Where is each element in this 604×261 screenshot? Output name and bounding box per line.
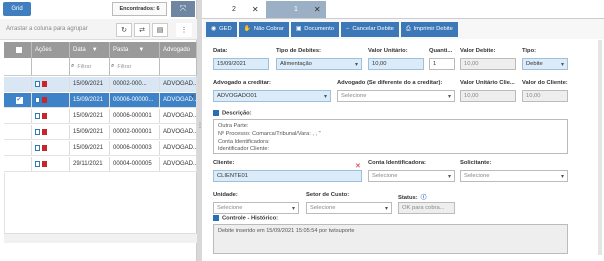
expand-icon[interactable]: ⤧ xyxy=(171,1,195,17)
conta-select[interactable]: Selecione xyxy=(368,170,455,182)
vertical-scrollbar[interactable] xyxy=(598,40,602,255)
cancelar-debite-button[interactable]: − Cancelar Debite xyxy=(340,21,399,37)
table-row[interactable]: 15/09/2021 00002-000001 ADVOGAD... xyxy=(4,125,197,140)
print-icon: ⎙ xyxy=(405,25,411,32)
nao-cobrar-button[interactable]: ✋ Não Cobrar xyxy=(238,21,289,37)
delete-icon[interactable] xyxy=(42,145,47,151)
table-row[interactable]: 29/11/2021 00004-000005 ADVOGAD... xyxy=(4,157,197,172)
edit-icon[interactable] xyxy=(35,129,40,135)
tipo-select[interactable]: Debite xyxy=(522,58,568,70)
status-label: Status: ⓘ xyxy=(398,195,427,201)
filter-input-pasta[interactable]: Filtrar xyxy=(115,61,158,72)
delete-icon[interactable] xyxy=(42,113,47,119)
refresh-icon[interactable]: ↻ xyxy=(116,23,132,37)
advogado2-select[interactable]: Selecione xyxy=(337,90,455,102)
col-data[interactable]: Data ▼ xyxy=(70,42,110,58)
document-icon: ▣ xyxy=(295,26,302,32)
panel-splitter[interactable]: ⋮ xyxy=(197,0,203,261)
imprimir-debite-button[interactable]: ⎙ Imprimir Debite xyxy=(400,21,458,37)
tab-1[interactable]: 1 ✕ xyxy=(266,1,326,18)
edit-icon[interactable] xyxy=(35,97,40,103)
edit-icon[interactable] xyxy=(35,145,40,151)
select-all-checkbox[interactable] xyxy=(4,42,32,58)
tipo-debites-select[interactable]: Alimentação xyxy=(276,58,362,70)
solicitante-label: Solicitante: xyxy=(460,160,492,166)
valor-unit-cli-label: Valor Unitário Clie... xyxy=(460,80,515,86)
swap-icon[interactable]: ⇄ xyxy=(134,23,150,37)
advogado2-label: Advogado (Se diferente do a creditar): xyxy=(337,80,443,86)
controle-checkbox[interactable] xyxy=(213,215,219,221)
conta-label: Conta Identificadora: xyxy=(368,160,426,166)
filter-icon[interactable]: ▼ xyxy=(138,47,144,53)
valor-cliente-label: Valor do Cliente: xyxy=(522,80,568,86)
horizontal-scrollbar[interactable] xyxy=(4,233,197,243)
col-acoes[interactable]: Ações xyxy=(32,42,70,58)
unidade-label: Unidade: xyxy=(213,192,238,198)
table-row[interactable]: 15/09/2021 00006-000001 ADVOGAD... xyxy=(4,109,197,124)
col-pasta[interactable]: Pasta ▼ xyxy=(110,42,160,58)
quantidade-field[interactable]: 1 xyxy=(429,58,455,70)
setor-label: Setor de Custo: xyxy=(306,192,350,198)
data-field[interactable]: 15/09/2021 xyxy=(213,58,269,70)
setor-select[interactable]: Selecione xyxy=(306,202,392,214)
delete-icon[interactable] xyxy=(42,161,47,167)
delete-icon[interactable] xyxy=(42,81,47,87)
tipo-label: Tipo: xyxy=(522,48,537,54)
close-icon[interactable]: ✕ xyxy=(252,5,259,14)
valor-debite-field: 10,00 xyxy=(460,58,516,70)
status-field: OK para cobra... xyxy=(398,202,455,214)
descricao-textarea[interactable]: Outra Parte: Nº Processo: Comarca/Tribun… xyxy=(213,119,568,154)
quantidade-label: Quanti... xyxy=(429,48,453,54)
filter-icon[interactable]: ▼ xyxy=(92,47,98,53)
valor-unitario-label: Valor Unitário: xyxy=(368,48,408,54)
search-icon: ⌕ xyxy=(111,63,115,69)
toolbar: ◉ GED ✋ Não Cobrar ▣ Documento − Cancelar De… xyxy=(203,19,604,39)
controle-label: Controle - Histórico: xyxy=(213,215,278,222)
filter-row: ⌕ Filtrar ⌕ Filtrar xyxy=(4,58,197,76)
advogado-select[interactable]: ADVOGADO01 xyxy=(213,90,331,102)
ged-button[interactable]: ◉ GED xyxy=(206,21,237,37)
table-row[interactable]: 15/09/2021 00006-000003 ADVOGAD... xyxy=(4,141,197,156)
controle-textarea: Debite inserido em 15/09/2021 15:05:54 p… xyxy=(213,224,568,254)
col-advogado[interactable]: Advogado xyxy=(160,42,197,58)
edit-icon[interactable] xyxy=(35,161,40,167)
grid-empty-area xyxy=(4,173,197,233)
table-row[interactable]: ✔ 15/09/2021 00006-00000... ADVOGAD... xyxy=(4,93,197,108)
delete-icon[interactable] xyxy=(42,97,47,103)
advogado-label: Advogado a creditar: xyxy=(213,80,271,86)
filter-input-data[interactable]: Filtrar xyxy=(75,61,109,72)
drag-hint: Arrastar a coluna para agrupar xyxy=(6,26,88,32)
valor-debite-label: Valor Debite: xyxy=(460,48,496,54)
descricao-label: Descrição: xyxy=(213,110,252,117)
search-icon: ⌕ xyxy=(71,63,75,69)
ged-icon: ◉ xyxy=(211,26,217,32)
export-icon[interactable]: ▤ xyxy=(152,23,168,37)
solicitante-select[interactable]: Selecione xyxy=(460,170,568,182)
valor-unitario-field[interactable]: 10,00 xyxy=(368,58,424,70)
more-icon[interactable]: ⋮ xyxy=(176,23,192,37)
delete-icon[interactable] xyxy=(42,129,47,135)
cliente-label: Cliente: xyxy=(213,160,235,166)
drag-handle-icon: ⋮ xyxy=(197,123,203,129)
tipo-debites-label: Tipo de Debites: xyxy=(276,48,321,54)
unidade-select[interactable]: Selecione xyxy=(213,202,299,214)
help-icon[interactable]: ⓘ xyxy=(421,195,427,201)
clear-icon[interactable]: ✕ xyxy=(355,162,361,170)
thumbs-down-icon: ✋ xyxy=(243,26,251,32)
grid-header: Ações Data ▼ Pasta ▼ Advogado xyxy=(4,42,197,58)
grid-tab[interactable]: Grid xyxy=(3,2,31,16)
row-checkbox[interactable]: ✔ xyxy=(15,96,23,104)
valor-cliente-field: 10,00 xyxy=(522,90,568,102)
descricao-checkbox[interactable] xyxy=(213,110,219,116)
cliente-field[interactable]: CLIENTE01 xyxy=(213,170,362,182)
close-icon[interactable]: ✕ xyxy=(314,5,321,14)
found-count: Encontrados: 6 xyxy=(112,2,167,16)
edit-icon[interactable] xyxy=(35,81,40,87)
data-label: Data: xyxy=(213,48,228,54)
valor-unit-cli-field: 10,00 xyxy=(460,90,516,102)
edit-icon[interactable] xyxy=(35,113,40,119)
minus-icon: − xyxy=(345,26,350,32)
documento-button[interactable]: ▣ Documento xyxy=(290,21,339,37)
table-row[interactable]: 15/09/2021 00002-000... ADVOGAD... xyxy=(4,77,197,92)
